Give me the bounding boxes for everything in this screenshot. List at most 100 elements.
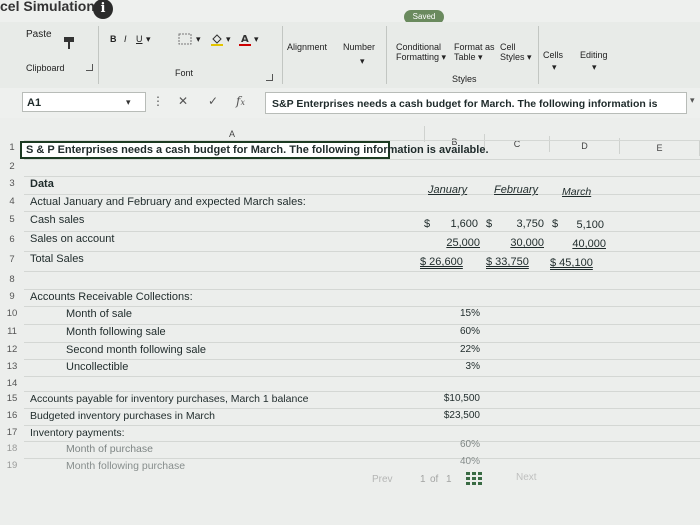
row-number[interactable]: 7: [0, 254, 24, 265]
enter-check-icon[interactable]: ✓: [208, 94, 218, 108]
cell-d3[interactable]: March: [562, 186, 591, 198]
cell-b16[interactable]: $23,500: [430, 410, 480, 421]
cell-a4[interactable]: Actual January and February and expected…: [30, 196, 306, 208]
font-color-dropdown-icon[interactable]: ▾: [254, 34, 259, 45]
worksheet-grid[interactable]: A B C D E 1 2 3 4 5 6 7 8 9 10 11 12 13 …: [0, 118, 700, 525]
row-number[interactable]: 5: [0, 214, 24, 225]
info-icon[interactable]: i: [93, 0, 113, 19]
row-number[interactable]: 16: [0, 410, 24, 421]
cell-a3[interactable]: Data: [30, 178, 54, 190]
cell-b7[interactable]: $ 26,600: [420, 256, 463, 268]
cell-b15[interactable]: $10,500: [430, 393, 480, 404]
fill-color-icon[interactable]: [210, 32, 224, 46]
cell-b18[interactable]: 60%: [440, 439, 480, 450]
underline-button[interactable]: U: [136, 34, 143, 44]
cell-b13[interactable]: 3%: [440, 361, 480, 372]
row-number[interactable]: 13: [0, 361, 24, 372]
editing-button[interactable]: Editing: [580, 50, 608, 60]
number-dropdown-icon[interactable]: ▾: [360, 56, 365, 67]
cell-b3[interactable]: January: [428, 184, 467, 196]
grid-view-icon[interactable]: [466, 472, 482, 486]
cell-a19[interactable]: Month following purchase: [66, 460, 185, 472]
cell-b5[interactable]: 1,600: [446, 218, 478, 230]
insert-function-icon[interactable]: fx: [236, 94, 245, 108]
cell-b19[interactable]: 40%: [440, 456, 480, 467]
cell-a9[interactable]: Accounts Receivable Collections:: [30, 291, 193, 303]
more-options-icon[interactable]: ⋮: [152, 94, 164, 108]
row-number[interactable]: 8: [0, 274, 24, 285]
row-number[interactable]: 3: [0, 178, 24, 189]
row-divider: [24, 324, 700, 325]
row-number[interactable]: 15: [0, 393, 24, 404]
cell-a15[interactable]: Accounts payable for inventory purchases…: [30, 393, 308, 405]
paste-button[interactable]: Paste: [26, 29, 52, 40]
expand-formula-bar-icon[interactable]: ▾: [690, 95, 695, 106]
cell-c6[interactable]: 30,000: [500, 237, 544, 249]
row-number[interactable]: 10: [0, 308, 24, 319]
row-number[interactable]: 12: [0, 344, 24, 355]
cell-a5[interactable]: Cash sales: [30, 214, 84, 226]
cell-a6[interactable]: Sales on account: [30, 233, 114, 245]
row-number[interactable]: 17: [0, 427, 24, 438]
cell-d6[interactable]: 40,000: [562, 238, 606, 250]
row-number[interactable]: 18: [0, 443, 24, 454]
cell-a16[interactable]: Budgeted inventory purchases in March: [30, 410, 215, 422]
underline-dropdown-icon[interactable]: ▾: [146, 34, 151, 45]
conditional-formatting-label-2: Formatting: [396, 52, 440, 62]
cells-dropdown-icon[interactable]: ▾: [552, 62, 557, 73]
editing-dropdown-icon[interactable]: ▾: [592, 62, 597, 73]
cell-c5[interactable]: 3,750: [506, 218, 544, 230]
cell-c7[interactable]: $ 33,750: [486, 256, 529, 268]
italic-button[interactable]: I: [124, 34, 127, 44]
cell-d5[interactable]: 5,100: [566, 219, 604, 231]
cell-a17[interactable]: Inventory payments:: [30, 427, 125, 439]
cell-a18[interactable]: Month of purchase: [66, 443, 153, 455]
row-divider: [24, 289, 700, 290]
cell-a13[interactable]: Uncollectible: [66, 361, 128, 373]
row-number[interactable]: 9: [0, 291, 24, 302]
cancel-icon[interactable]: ✕: [178, 94, 188, 108]
row-divider: [24, 306, 700, 307]
row-number[interactable]: 6: [0, 234, 24, 245]
borders-icon[interactable]: [178, 33, 192, 45]
row-number[interactable]: 11: [0, 326, 24, 337]
format-painter-icon[interactable]: [62, 36, 78, 50]
cell-a7[interactable]: Total Sales: [30, 253, 84, 265]
row-number[interactable]: 14: [0, 378, 24, 389]
alignment-button[interactable]: Alignment: [287, 42, 327, 52]
row-number[interactable]: 19: [0, 460, 24, 471]
column-header-e[interactable]: E: [620, 140, 700, 156]
conditional-formatting-button[interactable]: Conditional Formatting ▾: [396, 42, 446, 63]
cell-a10[interactable]: Month of sale: [66, 308, 132, 320]
font-launcher-icon[interactable]: [266, 74, 273, 81]
clipboard-launcher-icon[interactable]: [86, 64, 93, 71]
bold-button[interactable]: B: [110, 34, 117, 44]
number-button[interactable]: Number: [343, 42, 375, 52]
app-title: cel Simulation: [0, 0, 95, 14]
cell-styles-label-1: Cell: [500, 42, 516, 52]
format-as-table-button[interactable]: Format as Table ▾: [454, 42, 495, 63]
cell-b11[interactable]: 60%: [440, 326, 480, 337]
cells-button[interactable]: Cells: [543, 50, 563, 60]
next-button[interactable]: Next: [516, 472, 537, 483]
cell-d5-currency: $: [552, 218, 559, 230]
row-number[interactable]: 4: [0, 196, 24, 207]
prev-button[interactable]: Prev: [372, 474, 393, 485]
cell-c3[interactable]: February: [494, 184, 538, 196]
cell-b6[interactable]: 25,000: [436, 237, 480, 249]
formula-input[interactable]: S&P Enterprises needs a cash budget for …: [265, 92, 687, 114]
cell-b10[interactable]: 15%: [440, 308, 480, 319]
font-color-icon[interactable]: A: [238, 32, 252, 46]
name-box-dropdown-icon[interactable]: ▾: [126, 92, 131, 112]
borders-dropdown-icon[interactable]: ▾: [196, 34, 201, 45]
cell-a12[interactable]: Second month following sale: [66, 344, 206, 356]
row-divider: [24, 159, 700, 160]
cell-b12[interactable]: 22%: [440, 344, 480, 355]
cell-d7[interactable]: $ 45,100: [550, 257, 593, 269]
row-number[interactable]: 2: [0, 161, 24, 172]
cell-a11[interactable]: Month following sale: [66, 326, 166, 338]
cell-styles-button[interactable]: Cell Styles ▾: [500, 42, 532, 63]
column-header-c[interactable]: C: [485, 136, 550, 152]
cell-a1[interactable]: S & P Enterprises needs a cash budget fo…: [26, 144, 489, 156]
fill-color-dropdown-icon[interactable]: ▾: [226, 34, 231, 45]
